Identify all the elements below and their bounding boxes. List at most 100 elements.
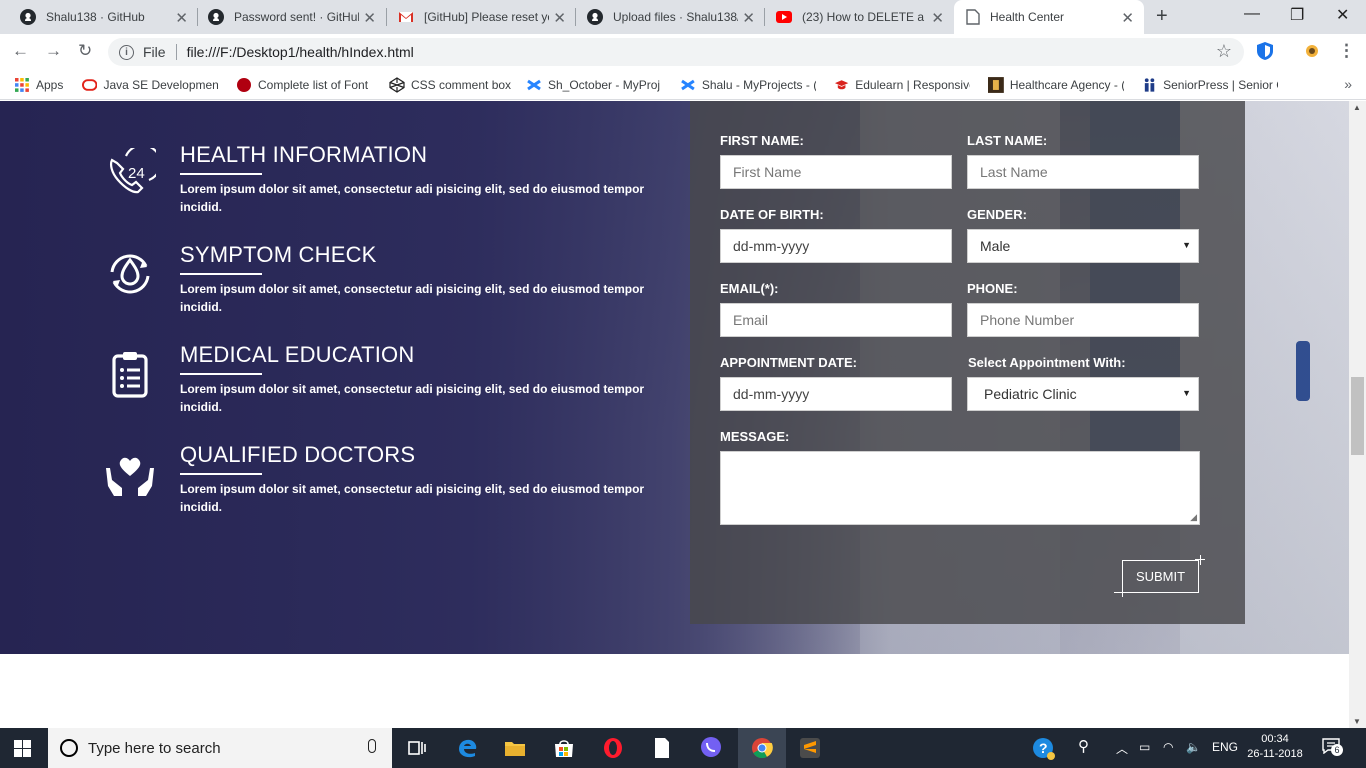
resize-grip-icon[interactable]: ◢	[1190, 512, 1197, 523]
close-tab-icon[interactable]: ✕	[742, 9, 755, 27]
sublime-text-icon[interactable]	[798, 736, 822, 760]
bookmark-label: Healthcare Agency - (	[1009, 78, 1124, 92]
feature-symptom-check: SYMPTOM CHECK Lorem ipsum dolor sit amet…	[104, 242, 664, 322]
windows-start-icon[interactable]	[14, 740, 31, 757]
tab-youtube-video[interactable]: (23) How to DELETE a G ✕	[764, 0, 954, 34]
bookmark-label: Java SE Development	[103, 78, 218, 92]
store-icon[interactable]	[552, 736, 576, 760]
hands-heart-icon	[106, 457, 154, 496]
tab-title: (23) How to DELETE a G	[802, 10, 927, 24]
bookmark-shalu-myprojects[interactable]: Shalu - MyProjects - (	[680, 77, 816, 93]
notepad-icon[interactable]	[650, 736, 674, 760]
close-tab-icon[interactable]: ✕	[175, 9, 188, 27]
notifications-icon[interactable]: 6	[1322, 738, 1343, 756]
page-viewport: 24 HEALTH INFORMATION Lorem ipsum dolor …	[0, 101, 1349, 728]
title-underline	[180, 273, 262, 275]
bookmark-edulearn[interactable]: Edulearn | Responsive	[834, 77, 970, 93]
bookmark-css-comment[interactable]: CSS comment box	[389, 77, 513, 93]
appointment-with-select[interactable]: Pediatric Clinic ▼	[967, 377, 1199, 411]
bookmark-apps[interactable]: Apps	[14, 77, 63, 93]
back-arrow-icon[interactable]: ←	[12, 41, 29, 61]
notification-count-badge: 6	[1331, 744, 1343, 756]
tab-gmail-reset[interactable]: [GitHub] Please reset yo ✕	[386, 0, 576, 34]
language-indicator[interactable]: ENG	[1212, 740, 1238, 754]
bookmark-font-list[interactable]: Complete list of Font	[236, 77, 372, 93]
email-input[interactable]: Email	[720, 303, 952, 337]
codepen-icon	[389, 77, 405, 93]
red-circle-icon	[237, 78, 251, 92]
tab-title: Shalu138 · GitHub	[46, 10, 145, 24]
scroll-down-icon[interactable]: ▼	[1353, 717, 1361, 726]
last-name-input[interactable]: Last Name	[967, 155, 1199, 189]
forward-arrow-icon[interactable]: →	[45, 41, 62, 61]
github-icon	[208, 9, 224, 25]
tab-upload-files[interactable]: Upload files · Shalu138/ ✕	[575, 0, 765, 34]
close-tab-icon[interactable]: ✕	[363, 9, 376, 27]
appointment-date-label: APPOINTMENT DATE:	[720, 355, 857, 370]
shield-extension-icon[interactable]	[1256, 41, 1274, 61]
new-tab-icon[interactable]: +	[1156, 5, 1168, 28]
window-close-icon[interactable]: ✕	[1336, 5, 1349, 25]
first-name-input[interactable]: First Name	[720, 155, 952, 189]
url-text[interactable]: file:///F:/Desktop1/health/hIndex.html	[187, 44, 414, 60]
viber-icon[interactable]	[699, 736, 723, 760]
system-clock[interactable]: 00:34 26-11-2018	[1245, 732, 1305, 762]
chevron-up-icon[interactable]: ︿	[1116, 740, 1128, 757]
chrome-icon[interactable]	[750, 736, 774, 760]
search-placeholder: Type here to search	[88, 739, 221, 757]
more-bookmarks-icon[interactable]: »	[1344, 76, 1352, 92]
opera-icon[interactable]	[601, 736, 625, 760]
bookmark-label: SeniorPress | Senior C	[1163, 78, 1278, 92]
maximize-icon[interactable]: ❐	[1290, 5, 1304, 25]
close-tab-icon[interactable]: ✕	[553, 9, 566, 27]
appointment-form: FIRST NAME: LAST NAME: First Name Last N…	[690, 101, 1245, 624]
wifi-icon[interactable]: ◠	[1163, 740, 1173, 754]
reload-icon[interactable]: ↻	[78, 41, 92, 61]
help-icon[interactable]: ?	[1032, 737, 1056, 761]
scrollbar-thumb[interactable]	[1351, 377, 1364, 455]
url-scheme-label: File	[143, 44, 166, 60]
bookmark-label: Edulearn | Responsive	[855, 78, 970, 92]
appointment-date-input[interactable]: dd-mm-yyyy	[720, 377, 952, 411]
hero-section: 24 HEALTH INFORMATION Lorem ipsum dolor …	[0, 101, 1349, 654]
address-bar[interactable]: i File file:///F:/Desktop1/health/hIndex…	[108, 38, 1244, 66]
submit-button[interactable]: SUBMIT	[1122, 560, 1199, 593]
battery-icon[interactable]: ▭	[1139, 740, 1150, 754]
dob-input[interactable]: dd-mm-yyyy	[720, 229, 952, 263]
tab-github-profile[interactable]: Shalu138 · GitHub ✕	[8, 0, 198, 34]
file-explorer-icon[interactable]	[503, 736, 527, 760]
feature-title: HEALTH INFORMATION	[180, 142, 428, 167]
bookmark-seniorpress[interactable]: SeniorPress | Senior C	[1142, 77, 1278, 93]
vertical-scrollbar[interactable]: ▲ ▼	[1349, 101, 1366, 728]
phone-input[interactable]: Phone Number	[967, 303, 1199, 337]
button-decoration	[1200, 555, 1201, 565]
menu-dots-icon[interactable]: ⋮	[1338, 41, 1355, 61]
tab-health-center[interactable]: Health Center ✕	[954, 0, 1144, 34]
scroll-up-icon[interactable]: ▲	[1353, 103, 1361, 112]
close-tab-icon[interactable]: ✕	[1121, 9, 1134, 27]
bookmark-sh-october[interactable]: Sh_October - MyProj	[526, 77, 662, 93]
info-icon[interactable]: i	[119, 44, 134, 60]
bookmark-healthcare-agency[interactable]: Healthcare Agency - (	[988, 77, 1124, 93]
message-textarea[interactable]: ◢	[720, 451, 1200, 525]
people-icon[interactable]: ⚲	[1078, 737, 1089, 755]
microphone-icon[interactable]	[368, 739, 376, 753]
tab-password-sent[interactable]: Password sent! · GitHub ✕	[196, 0, 386, 34]
clock-date: 26-11-2018	[1247, 748, 1303, 760]
chevron-down-icon: ▼	[1182, 240, 1191, 250]
bookmark-java-se[interactable]: Java SE Development	[82, 77, 218, 93]
volume-icon[interactable]: 🔈	[1186, 740, 1201, 754]
tab-title: Upload files · Shalu138/	[613, 10, 738, 24]
extension-icon[interactable]	[1304, 43, 1320, 59]
windows-taskbar: Type here to search ? ⚲ ︿ ▭ ◠ 🔈 ENG 00:3…	[0, 728, 1366, 768]
close-tab-icon[interactable]: ✕	[931, 9, 944, 27]
edge-icon[interactable]	[455, 736, 479, 760]
minimize-icon[interactable]: —	[1244, 5, 1260, 23]
task-view-icon[interactable]	[405, 736, 429, 760]
taskbar-search[interactable]: Type here to search	[48, 728, 392, 768]
drop-cycle-icon	[110, 254, 150, 294]
bookmark-star-icon[interactable]: ☆	[1216, 41, 1232, 62]
youtube-icon	[776, 11, 792, 23]
bookmarks-bar: Apps Java SE Development Complete list o…	[0, 70, 1366, 100]
gender-select[interactable]: Male ▼	[967, 229, 1199, 263]
